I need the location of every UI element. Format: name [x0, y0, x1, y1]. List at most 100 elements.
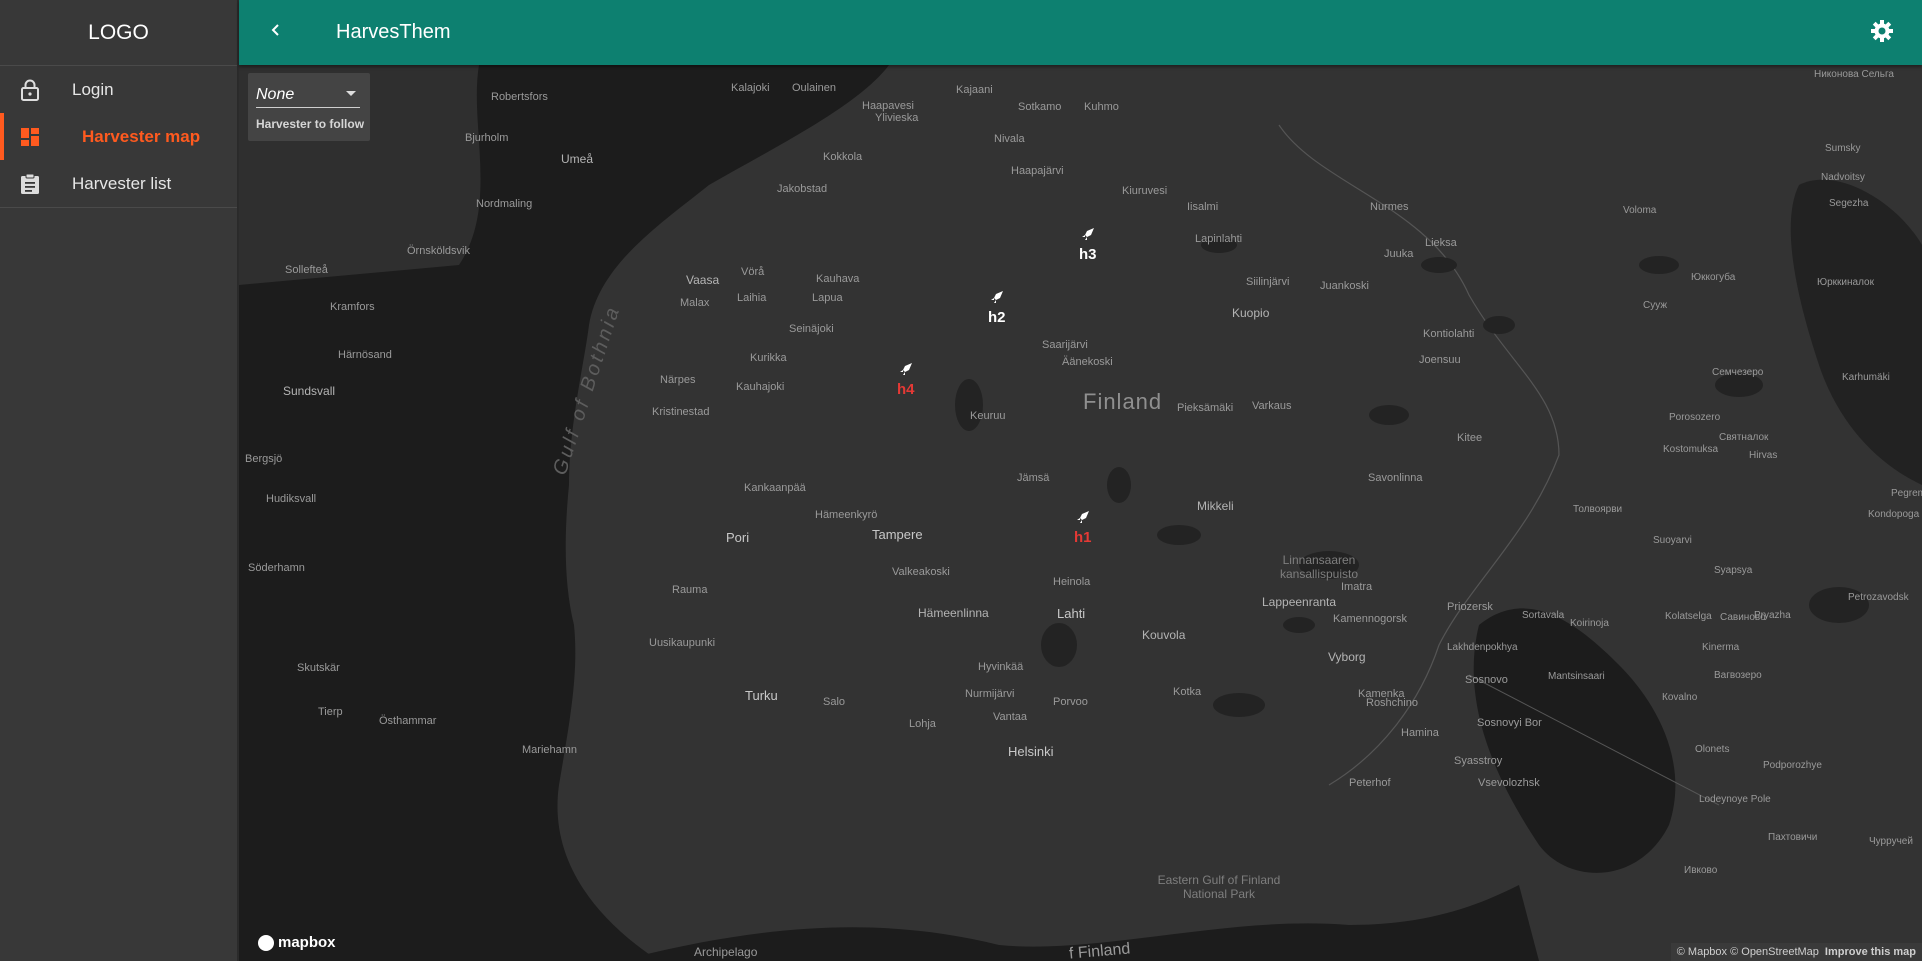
follow-select-value: None [256, 86, 295, 103]
back-button[interactable] [256, 13, 296, 53]
city-label: Valkeakoski [892, 566, 950, 578]
city-label: Lapua [812, 292, 843, 304]
settings-button[interactable] [1866, 17, 1898, 49]
city-label: Tierp [318, 706, 343, 718]
city-label: Lappeenranta [1262, 595, 1337, 609]
city-label: Turku [745, 688, 778, 703]
city-label: Ивково [1684, 865, 1718, 876]
city-label: Örnsköldsvik [407, 245, 470, 257]
city-label: Hyvinkää [978, 661, 1024, 673]
city-label: Юрккиналок [1817, 277, 1874, 288]
city-label: Laihia [737, 292, 767, 304]
city-label: Tampere [872, 527, 923, 542]
city-label: Karhumäki [1842, 372, 1890, 383]
city-label: Kokkola [823, 151, 863, 163]
city-label: Närpes [660, 374, 696, 386]
dashboard-icon [16, 123, 44, 151]
city-label: Sumsky [1825, 143, 1861, 154]
sea-label: Archipelago [694, 945, 758, 959]
city-label: Mariehamn [522, 744, 578, 756]
sidebar: LOGO Login Harvester map Harvester list [0, 0, 238, 961]
city-label: Syasstroy [1454, 755, 1503, 767]
city-label: Nordmaling [476, 198, 533, 210]
page-title: HarvesThem [336, 21, 451, 43]
sidebar-item-harvester-list[interactable]: Harvester list [0, 160, 237, 207]
sidebar-item-harvester-map[interactable]: Harvester map [0, 113, 237, 160]
attribution-text[interactable]: © Mapbox © OpenStreetMap [1677, 946, 1819, 958]
city-label: Kajaani [956, 84, 993, 96]
city-label: Petrozavodsk [1848, 592, 1909, 603]
rocket-icon [1081, 227, 1095, 246]
logo: LOGO [0, 0, 237, 66]
city-label: Коvalno [1662, 692, 1698, 703]
city-label: Varkaus [1252, 400, 1292, 412]
city-label: Peterhof [1349, 777, 1391, 789]
city-label: Сууж [1643, 300, 1668, 311]
city-label: Kinerma [1702, 642, 1740, 653]
city-label: Äänekoski [1062, 356, 1113, 368]
city-label: Kotka [1173, 686, 1202, 698]
city-label: Nadvoitsy [1821, 172, 1865, 183]
harvester-marker-h4[interactable]: h4 [897, 362, 915, 398]
city-label: Kauhajoki [736, 381, 785, 393]
harvester-map[interactable]: Finland Gulf of Bothnia Eastern Gulf of … [239, 65, 1922, 961]
city-label: Vantaa [993, 711, 1028, 723]
rocket-icon [990, 290, 1004, 309]
gear-icon [1870, 19, 1894, 48]
city-label: Saarijärvi [1042, 339, 1088, 351]
city-label: Robertsfors [491, 91, 548, 103]
city-label: Heinola [1053, 576, 1091, 588]
city-label: Söderhamn [248, 562, 305, 574]
city-label: Lodeynoye Pole [1699, 794, 1771, 805]
sidebar-item-label: Harvester list [72, 173, 172, 193]
harvester-marker-h3[interactable]: h3 [1079, 227, 1097, 263]
city-label: Skutskär [297, 662, 340, 674]
city-label: Lapinlahti [1195, 233, 1243, 245]
city-label: Juankoski [1320, 280, 1369, 292]
city-label: Pryazha [1754, 610, 1791, 621]
harvester-label: h3 [1079, 246, 1097, 263]
city-label: Bjurholm [465, 132, 509, 144]
city-label: Mikkeli [1197, 499, 1234, 513]
city-label: Hudiksvall [266, 493, 317, 505]
city-label: Pegrema [1891, 488, 1922, 499]
harvester-marker-h1[interactable]: h1 [1074, 510, 1092, 546]
city-label: Jämsä [1017, 472, 1050, 484]
city-label: Syapsya [1714, 565, 1753, 576]
city-label: Lohja [909, 718, 936, 730]
city-label: Mantsinsaari [1548, 671, 1605, 682]
city-label: Koirinoja [1570, 618, 1609, 629]
city-label: Vörå [741, 266, 765, 278]
rocket-icon [899, 362, 913, 381]
city-label: Ylivieska [875, 112, 919, 124]
city-label: Lakhdenpokhya [1447, 642, 1518, 653]
city-label: Umeå [561, 152, 594, 166]
city-label: Härnösand [338, 349, 392, 361]
city-label: Vaasa [686, 273, 720, 287]
city-label: Kiuruvesi [1122, 185, 1168, 197]
city-label: Kankaanpää [744, 482, 806, 494]
harvester-follow-select[interactable]: None [256, 83, 360, 108]
improve-map-link[interactable]: Improve this map [1825, 946, 1916, 958]
city-label: Kauhava [816, 273, 860, 285]
harvester-marker-h2[interactable]: h2 [988, 290, 1006, 326]
follow-caption: Harvester to follow [256, 117, 365, 131]
sidebar-item-login[interactable]: Login [0, 66, 237, 113]
city-label: Hirvas [1749, 450, 1778, 461]
city-label: Iisalmi [1187, 201, 1219, 213]
city-label: Keuruu [970, 410, 1006, 422]
sidebar-item-label: Harvester map [82, 126, 201, 146]
city-label: Nivala [994, 133, 1025, 145]
mapbox-logo[interactable]: mapbox [258, 934, 336, 951]
harvester-label: h2 [988, 309, 1006, 326]
city-label: Sosnovyi Bor [1477, 717, 1542, 729]
city-label: Olonets [1695, 744, 1730, 755]
city-label: Seinäjoki [789, 323, 834, 335]
city-label: Voloma [1623, 205, 1657, 216]
chevron-left-icon [269, 23, 283, 42]
city-label: Kamennogorsk [1333, 613, 1407, 625]
city-label: Kolatselga [1665, 611, 1712, 622]
city-label: Kamenka [1358, 688, 1405, 700]
city-label: Nurmes [1370, 201, 1409, 213]
city-label: Uusikaupunki [649, 637, 716, 649]
